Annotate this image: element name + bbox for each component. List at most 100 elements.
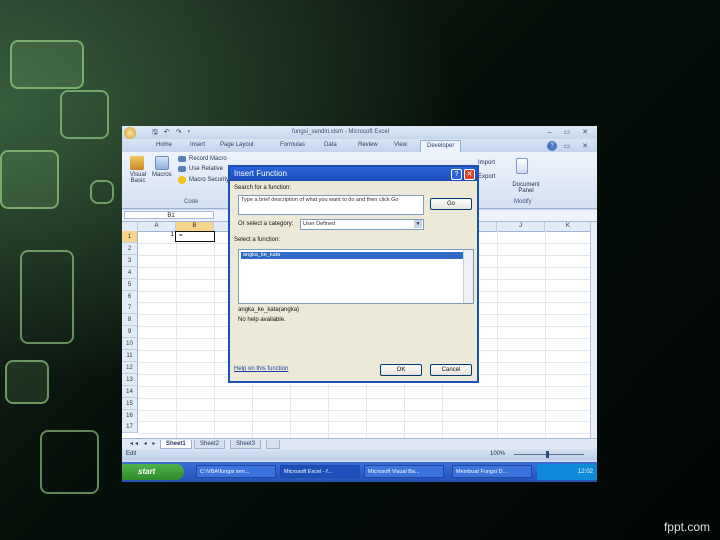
row-header[interactable]: 6 <box>122 290 138 303</box>
chevron-down-icon[interactable]: ▼ <box>414 220 422 228</box>
import-button[interactable]: Import <box>478 160 495 166</box>
visual-basic-icon <box>130 156 144 170</box>
macros-button[interactable]: Macros <box>152 172 172 178</box>
row-header[interactable]: 14 <box>122 385 138 398</box>
gridline <box>176 231 177 438</box>
decor-square <box>20 250 74 344</box>
tab-review[interactable]: Review <box>358 142 378 148</box>
document-panel-icon <box>516 158 528 174</box>
tab-formulas[interactable]: Formulas <box>280 142 305 148</box>
clock: 12:02 <box>577 469 593 475</box>
gridline <box>138 385 592 387</box>
taskbar-item[interactable]: Microsoft Excel - f... <box>280 465 360 478</box>
dialog-close-icon[interactable]: ✕ <box>464 169 475 180</box>
tab-page-layout[interactable]: Page Layout <box>220 142 254 148</box>
taskbar-item[interactable]: Membuat Fungsi D... <box>452 465 532 478</box>
gridline <box>138 421 592 423</box>
quick-access-toolbar[interactable]: 🖫 ↶ ↷ ▾ <box>152 128 192 139</box>
row-header[interactable]: 10 <box>122 338 138 351</box>
row-header[interactable]: 12 <box>122 361 138 374</box>
row-header[interactable]: 3 <box>122 254 138 267</box>
cell-a1[interactable]: 1 <box>138 232 174 238</box>
row-header[interactable]: 7 <box>122 302 138 315</box>
fppt-watermark: fppt.com <box>663 520 710 534</box>
row-header[interactable]: 15 <box>122 397 138 410</box>
zoom-slider-thumb[interactable] <box>546 451 549 458</box>
row-header[interactable]: 5 <box>122 278 138 291</box>
list-scrollbar[interactable] <box>463 250 473 303</box>
tab-data[interactable]: Data <box>324 142 337 148</box>
taskbar-item[interactable]: C:\VBA\fungsi sen... <box>196 465 276 478</box>
decor-square <box>10 40 84 89</box>
row-header[interactable]: 16 <box>122 409 138 422</box>
macro-security-button[interactable]: Macro Security <box>189 177 229 183</box>
gridline <box>214 231 215 438</box>
help-on-function-link[interactable]: Help on this function <box>234 366 288 372</box>
category-value: User Defined <box>303 221 336 227</box>
office-button[interactable] <box>124 127 136 139</box>
sheet-tab-2[interactable]: Sheet2 <box>194 440 226 449</box>
use-relative-icon <box>178 166 186 172</box>
warning-icon <box>178 176 186 184</box>
dialog-title: Insert Function <box>234 169 287 178</box>
document-panel-button[interactable]: Document Panel <box>508 182 544 194</box>
vertical-scrollbar[interactable] <box>590 222 597 438</box>
row-header[interactable]: 11 <box>122 350 138 362</box>
row-header[interactable]: 1 <box>122 231 138 243</box>
search-function-input[interactable]: Type a brief description of what you wan… <box>238 195 424 215</box>
gridline <box>138 433 592 435</box>
cell-b1-active[interactable]: = <box>175 231 215 242</box>
dialog-help-icon[interactable]: ? <box>451 169 462 180</box>
ok-button[interactable]: OK <box>380 364 422 376</box>
row-header[interactable]: 9 <box>122 326 138 339</box>
title-bar: 🖫 ↶ ↷ ▾ fungsi_sendiri.xlsm - Microsoft … <box>122 126 597 139</box>
ribbon-window-controls[interactable]: – ▭ ✕ <box>548 142 593 150</box>
decor-square <box>40 430 99 494</box>
window-title: fungsi_sendiri.xlsm - Microsoft Excel <box>292 129 390 135</box>
dialog-title-bar: Insert Function ? ✕ <box>230 167 477 181</box>
start-button[interactable]: start <box>122 464 184 480</box>
system-tray: 12:02 <box>537 464 597 480</box>
macros-icon <box>155 156 169 170</box>
taskbar-item[interactable]: Microsoft Visual Ba... <box>364 465 444 478</box>
row-header[interactable]: 4 <box>122 266 138 279</box>
tab-view[interactable]: View <box>394 142 407 148</box>
zoom-slider[interactable] <box>514 454 584 455</box>
insert-sheet-icon[interactable] <box>266 440 280 449</box>
sheet-tabs-bar: ◂◂ ◂ ▸ ▸▸ Sheet1 Sheet2 Sheet3 <box>122 438 597 449</box>
ribbon-tabs: Home Insert Page Layout Formulas Data Re… <box>122 139 597 153</box>
row-header[interactable]: 17 <box>122 421 138 434</box>
search-label: Search for a function: <box>234 185 292 191</box>
zoom-level[interactable]: 100% <box>490 451 505 457</box>
category-select[interactable]: User Defined ▼ <box>300 219 424 230</box>
sheet-tab-3[interactable]: Sheet3 <box>230 440 262 449</box>
function-list[interactable]: angka_ke_kata <box>238 249 474 304</box>
export-button[interactable]: Export <box>478 174 495 180</box>
function-signature: angka_ke_kata(angka) <box>238 307 300 313</box>
column-header[interactable]: B <box>176 222 214 231</box>
row-header[interactable]: 2 <box>122 242 138 255</box>
column-header[interactable]: K <box>545 222 592 231</box>
windows-taskbar: start C:\VBA\fungsi sen... Microsoft Exc… <box>122 462 597 482</box>
decor-square <box>5 360 49 404</box>
select-all-corner[interactable] <box>122 222 138 231</box>
use-relative-button[interactable]: Use Relative <box>189 166 223 172</box>
gridline <box>497 231 498 438</box>
visual-basic-button[interactable]: Visual Basic <box>126 172 150 184</box>
tab-home[interactable]: Home <box>156 142 172 148</box>
category-label: Or select a category: <box>238 221 294 227</box>
group-label-code: Code <box>184 199 199 205</box>
cancel-button[interactable]: Cancel <box>430 364 472 376</box>
column-header[interactable]: J <box>497 222 545 231</box>
gridline <box>545 231 546 438</box>
function-list-item-selected[interactable]: angka_ke_kata <box>241 252 463 259</box>
row-header[interactable]: 8 <box>122 314 138 327</box>
row-header[interactable]: 13 <box>122 373 138 386</box>
column-header[interactable]: A <box>138 222 176 231</box>
name-box[interactable]: B1 <box>124 211 214 219</box>
tab-insert[interactable]: Insert <box>190 142 205 148</box>
sheet-tab-1[interactable]: Sheet1 <box>160 440 192 449</box>
record-macro-button[interactable]: Record Macro <box>189 156 227 162</box>
window-controls[interactable]: – ▭ ✕ <box>548 128 593 136</box>
go-button[interactable]: Go <box>430 198 472 210</box>
